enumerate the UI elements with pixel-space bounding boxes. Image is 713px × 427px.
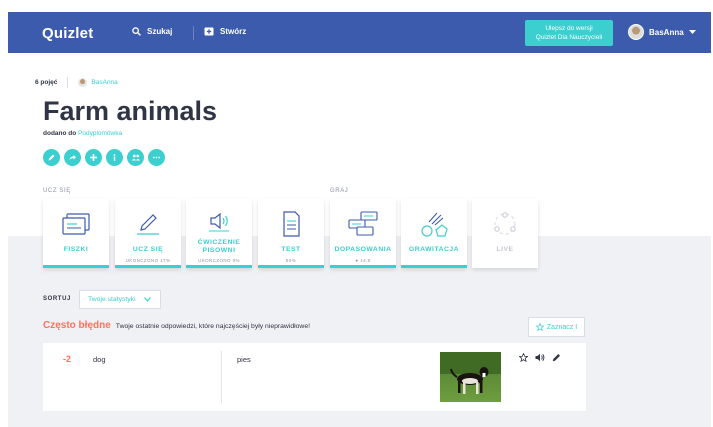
mode-card-flashcards[interactable]: FISZKI bbox=[43, 199, 109, 268]
author-avatar bbox=[78, 78, 88, 87]
star-outline-icon bbox=[535, 323, 544, 331]
mark-terms-label: Zaznacz I bbox=[546, 323, 578, 331]
often-wrong-header: Często błędne Twoje ostatnie odpowiedzi,… bbox=[43, 320, 310, 331]
mode-label: ĆWICZENIE PISOWNI bbox=[197, 239, 241, 254]
add-to-folder-button[interactable] bbox=[85, 149, 102, 166]
mode-label: DOPASOWANIA bbox=[334, 246, 392, 253]
mode-score: 50% bbox=[285, 258, 297, 263]
quizlet-logo[interactable]: Quizlet bbox=[42, 25, 93, 42]
term-image bbox=[440, 352, 501, 402]
term-count: 6 pojęć bbox=[35, 79, 58, 86]
live-network-icon bbox=[472, 211, 538, 237]
more-options-button[interactable] bbox=[148, 149, 165, 166]
sort-label: SORTUJ bbox=[43, 296, 71, 302]
share-set-button[interactable] bbox=[64, 149, 81, 166]
star-icon[interactable] bbox=[519, 353, 528, 362]
test-document-icon bbox=[258, 211, 324, 237]
search-nav-button[interactable]: Szukaj bbox=[132, 27, 172, 36]
search-nav-label: Szukaj bbox=[147, 27, 173, 36]
definition-text: pies bbox=[237, 355, 251, 364]
table-row: -2 dog pies bbox=[43, 343, 586, 411]
mode-card-gravity[interactable]: GRAWITACJA bbox=[401, 199, 467, 268]
mode-progress: UKOŃCZONO 0% bbox=[198, 258, 240, 263]
info-button[interactable] bbox=[106, 149, 123, 166]
mode-progress: UKOŃCZONO 17% bbox=[125, 258, 171, 263]
upgrade-line-2: Quizlet Dla Nauczycieli bbox=[535, 34, 603, 41]
audio-icon[interactable] bbox=[535, 353, 545, 362]
create-set-icon bbox=[204, 27, 214, 36]
match-cards-icon bbox=[330, 211, 396, 237]
sort-dropdown[interactable]: Twoje statystyki bbox=[79, 290, 161, 309]
learn-pencil-icon bbox=[115, 211, 181, 237]
create-nav-label: Stwórz bbox=[220, 27, 247, 36]
group-icon bbox=[131, 154, 140, 161]
plus-icon bbox=[90, 154, 97, 161]
mode-card-live[interactable]: LIVE bbox=[472, 199, 538, 268]
share-icon bbox=[69, 155, 76, 160]
author-link[interactable]: BasAnna bbox=[78, 78, 118, 87]
mode-label: UCZ SIĘ bbox=[132, 246, 164, 253]
mode-card-test[interactable]: TEST 50% bbox=[258, 199, 324, 268]
often-wrong-title: Często błędne bbox=[43, 320, 111, 331]
term-text: dog bbox=[93, 355, 106, 364]
mode-card-spell[interactable]: ĆWICZENIE PISOWNI UKOŃCZONO 0% bbox=[186, 199, 252, 268]
username-label: BasAnna bbox=[649, 27, 684, 37]
flashcards-icon bbox=[43, 211, 109, 237]
set-meta: 6 pojęć BasAnna bbox=[35, 77, 118, 88]
top-navigation-bar: Quizlet Szukaj Stwórz Ulepsz do wersji Q… bbox=[8, 12, 711, 53]
mode-label: FISZKI bbox=[63, 246, 89, 253]
nav-divider bbox=[193, 26, 194, 40]
upgrade-line-1: Ulepsz do wersji bbox=[545, 25, 593, 32]
folder-link[interactable]: Podyplomówka bbox=[78, 130, 122, 137]
mode-card-match[interactable]: DOPASOWANIA ● 14.5 bbox=[330, 199, 396, 268]
often-wrong-description: Twoje ostatnie odpowiedzi, które najczęś… bbox=[115, 323, 310, 330]
mode-card-learn[interactable]: UCZ SIĘ UKOŃCZONO 17% bbox=[115, 199, 181, 268]
added-prefix: dodano do bbox=[43, 130, 77, 137]
study-section-label: UCZ SIĘ bbox=[43, 188, 71, 194]
row-divider bbox=[221, 351, 222, 403]
more-icon bbox=[152, 156, 161, 159]
pencil-icon[interactable] bbox=[552, 353, 561, 362]
sort-selected-value: Twoje statystyki bbox=[88, 296, 136, 303]
mode-label: GRAWITACJA bbox=[408, 246, 460, 253]
caret-down-icon bbox=[688, 29, 696, 34]
info-icon bbox=[113, 154, 116, 161]
chevron-down-icon bbox=[143, 297, 151, 302]
pencil-icon bbox=[48, 154, 55, 161]
mode-label: LIVE bbox=[496, 246, 514, 253]
avatar bbox=[628, 24, 644, 40]
gravity-asteroid-icon bbox=[401, 211, 467, 237]
mode-best-time: ● 14.5 bbox=[355, 258, 371, 263]
set-actions bbox=[43, 149, 165, 166]
mark-terms-button[interactable]: Zaznacz I bbox=[528, 317, 585, 337]
added-to-folder: dodano do Podyplomówka bbox=[43, 130, 122, 137]
mode-label: TEST bbox=[281, 246, 301, 253]
miss-count: -2 bbox=[63, 354, 72, 364]
upgrade-teacher-button[interactable]: Ulepsz do wersji Quizlet Dla Nauczycieli bbox=[525, 20, 613, 46]
search-icon bbox=[132, 27, 141, 36]
author-name: BasAnna bbox=[91, 79, 118, 86]
edit-set-button[interactable] bbox=[43, 149, 60, 166]
create-nav-button[interactable]: Stwórz bbox=[204, 27, 246, 36]
add-to-class-button[interactable] bbox=[127, 149, 144, 166]
user-menu[interactable]: BasAnna bbox=[628, 24, 696, 40]
play-section-label: GRAJ bbox=[330, 188, 349, 194]
speaker-icon bbox=[186, 208, 252, 234]
row-tools bbox=[519, 353, 561, 362]
page-title: Farm animals bbox=[43, 96, 218, 126]
meta-divider bbox=[67, 77, 69, 88]
